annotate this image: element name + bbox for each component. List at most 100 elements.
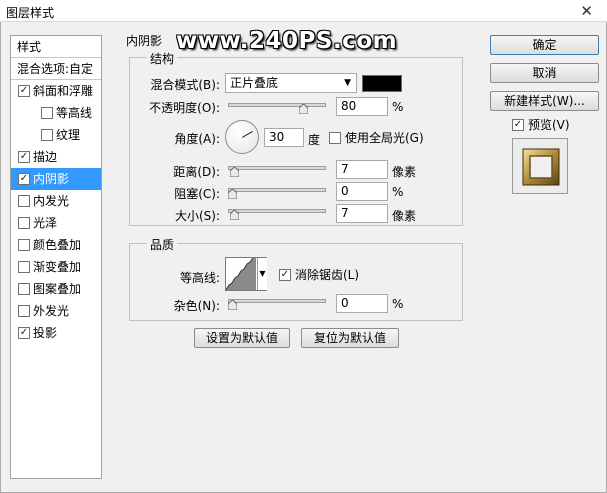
- style-item-checkbox[interactable]: [18, 195, 30, 207]
- noise-label: 杂色(N):: [173, 299, 220, 313]
- angle-unit: 度: [308, 133, 321, 147]
- cancel-button[interactable]: 取消: [490, 63, 599, 83]
- style-preview: [512, 138, 568, 194]
- opacity-unit: %: [392, 100, 404, 114]
- angle-dial[interactable]: [225, 120, 259, 154]
- blend-mode-label: 混合模式(B):: [150, 78, 220, 92]
- close-icon[interactable]: ✕: [580, 2, 593, 20]
- size-label: 大小(S):: [174, 209, 220, 223]
- contour-label: 等高线:: [179, 271, 220, 285]
- chevron-down-icon[interactable]: ▼: [257, 258, 267, 290]
- style-list: 样式 混合选项:自定 ✓ 斜面和浮雕 等高线 纹理 ✓ 描边 ✓ 内阴影 内发光 光泽 颜色叠加 渐变…: [10, 35, 102, 479]
- choke-slider-thumb[interactable]: [228, 189, 237, 199]
- new-style-button[interactable]: 新建样式(W)...: [490, 91, 599, 111]
- title-bar: 图层样式 ✕: [0, 0, 607, 22]
- antialias-label: 消除锯齿(L): [295, 268, 360, 282]
- style-list-item[interactable]: 渐变叠加: [11, 256, 101, 278]
- contour-curve-icon: [226, 258, 256, 290]
- style-item-checkbox[interactable]: ✓: [18, 85, 30, 97]
- style-list-item[interactable]: ✓ 描边: [11, 146, 101, 168]
- contour-picker[interactable]: ▼: [225, 257, 267, 291]
- preview-check[interactable]: ✓: [512, 119, 524, 131]
- choke-input[interactable]: 0: [336, 182, 388, 201]
- site-watermark: www.240PS.com: [176, 28, 398, 54]
- inner-shadow-title: 内阴影: [123, 32, 166, 49]
- distance-slider-thumb[interactable]: [230, 167, 240, 177]
- style-list-item[interactable]: 外发光: [11, 300, 101, 322]
- antialias-check[interactable]: ✓: [279, 269, 291, 281]
- style-list-item[interactable]: ✓ 投影: [11, 322, 101, 344]
- style-item-label: 外发光: [33, 304, 70, 318]
- chevron-down-icon: ▼: [344, 78, 351, 88]
- size-slider-thumb[interactable]: [230, 210, 240, 220]
- distance-label: 距离(D):: [173, 165, 220, 179]
- style-item-label: 渐变叠加: [33, 260, 82, 274]
- style-item-label: 纹理: [56, 128, 81, 142]
- antialias-checkbox[interactable]: ✓ 消除锯齿(L): [279, 268, 359, 282]
- style-item-checkbox[interactable]: [41, 129, 53, 141]
- noise-input[interactable]: 0: [336, 294, 388, 313]
- noise-slider-thumb[interactable]: [228, 300, 237, 310]
- style-item-label: 斜面和浮雕: [33, 84, 94, 98]
- preview-label: 预览(V): [528, 118, 570, 132]
- global-light-label: 使用全局光(G): [345, 131, 424, 145]
- opacity-input[interactable]: 80: [336, 97, 388, 116]
- style-item-label: 颜色叠加: [33, 238, 82, 252]
- opacity-slider[interactable]: [228, 103, 326, 107]
- noise-unit: %: [392, 297, 404, 311]
- opacity-slider-thumb[interactable]: [299, 104, 309, 114]
- style-item-label: 投影: [33, 326, 58, 340]
- preview-frame-icon: [522, 148, 560, 186]
- blending-options-item[interactable]: 混合选项:自定: [11, 58, 101, 80]
- choke-slider[interactable]: [228, 188, 326, 192]
- style-list-item[interactable]: 光泽: [11, 212, 101, 234]
- style-item-label: 内发光: [33, 194, 70, 208]
- style-item-checkbox[interactable]: ✓: [18, 327, 30, 339]
- preview-checkbox[interactable]: ✓ 预览(V): [512, 118, 570, 132]
- size-slider[interactable]: [228, 209, 326, 213]
- choke-label: 阻塞(C):: [174, 187, 220, 201]
- angle-input[interactable]: 30: [264, 128, 304, 147]
- style-list-item[interactable]: ✓ 斜面和浮雕: [11, 80, 101, 102]
- reset-default-button[interactable]: 复位为默认值: [301, 328, 399, 348]
- angle-label: 角度(A):: [174, 132, 220, 146]
- opacity-label: 不透明度(O):: [149, 101, 220, 115]
- style-item-checkbox[interactable]: [18, 283, 30, 295]
- style-item-label: 光泽: [33, 216, 58, 230]
- style-item-checkbox[interactable]: ✓: [18, 151, 30, 163]
- style-item-checkbox[interactable]: [18, 261, 30, 273]
- style-item-checkbox[interactable]: [18, 217, 30, 229]
- blend-mode-value: 正片叠底: [230, 76, 279, 90]
- structure-title: 结构: [147, 50, 178, 67]
- style-list-item[interactable]: 内发光: [11, 190, 101, 212]
- style-list-item[interactable]: ✓ 内阴影: [11, 168, 101, 190]
- noise-slider[interactable]: [228, 299, 326, 303]
- blend-mode-select[interactable]: 正片叠底 ▼: [225, 73, 357, 93]
- style-list-header[interactable]: 样式: [11, 36, 101, 58]
- distance-unit: 像素: [392, 165, 417, 179]
- style-item-checkbox[interactable]: [18, 239, 30, 251]
- distance-input[interactable]: 7: [336, 160, 388, 179]
- style-item-checkbox[interactable]: [41, 107, 53, 119]
- style-list-item[interactable]: 纹理: [11, 124, 101, 146]
- style-list-item[interactable]: 颜色叠加: [11, 234, 101, 256]
- quality-title: 品质: [147, 236, 178, 253]
- style-item-checkbox[interactable]: ✓: [18, 173, 30, 185]
- distance-slider[interactable]: [228, 166, 326, 170]
- ok-button[interactable]: 确定: [490, 35, 599, 55]
- style-list-item[interactable]: 等高线: [11, 102, 101, 124]
- make-default-button[interactable]: 设置为默认值: [194, 328, 290, 348]
- style-list-item[interactable]: 图案叠加: [11, 278, 101, 300]
- style-item-label: 图案叠加: [33, 282, 82, 296]
- size-unit: 像素: [392, 209, 417, 223]
- choke-unit: %: [392, 185, 404, 199]
- window-title: 图层样式: [6, 6, 55, 20]
- size-input[interactable]: 7: [336, 204, 388, 223]
- angle-dial-hand: [242, 131, 253, 138]
- style-item-label: 内阴影: [33, 172, 70, 186]
- global-light-check[interactable]: [329, 132, 341, 144]
- shadow-color-swatch[interactable]: [362, 75, 402, 92]
- style-item-label: 等高线: [56, 106, 93, 120]
- global-light-checkbox[interactable]: 使用全局光(G): [329, 131, 424, 145]
- style-item-checkbox[interactable]: [18, 305, 30, 317]
